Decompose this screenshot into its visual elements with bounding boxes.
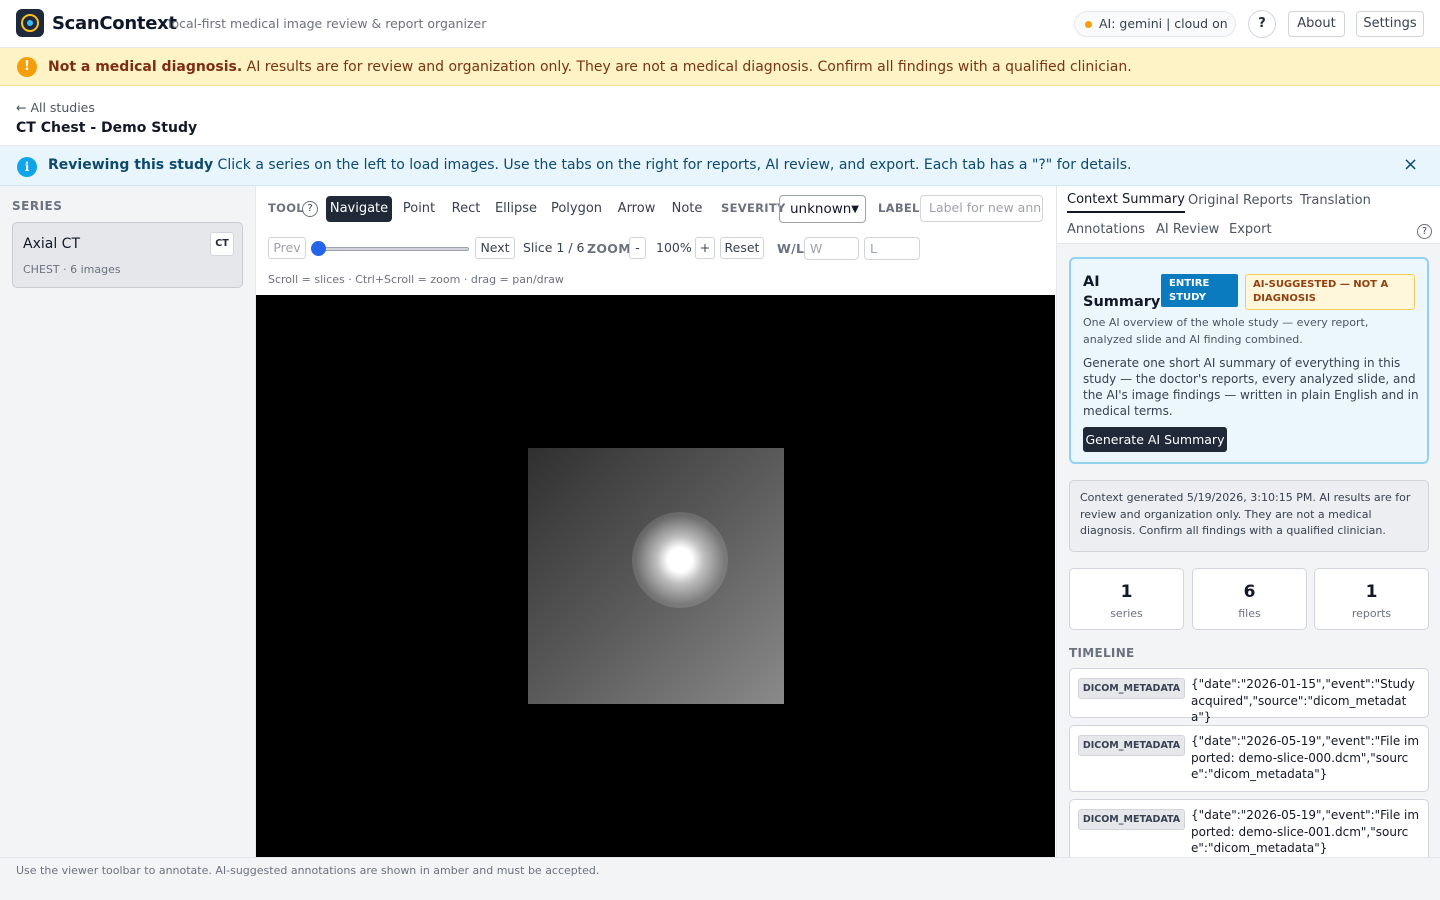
timeline-source-tag: DICOM_METADATA: [1078, 678, 1185, 699]
slice-slider[interactable]: [311, 241, 469, 256]
info-icon: i: [17, 157, 37, 177]
stat-label: reports: [1351, 607, 1392, 620]
window-width-input[interactable]: W: [804, 237, 859, 260]
stat-reports: 1 reports: [1314, 568, 1429, 630]
severity-select[interactable]: unknown ▼: [779, 195, 866, 223]
slider-thumb[interactable]: [311, 241, 326, 256]
series-name: Axial CT: [23, 236, 80, 252]
tab-annotations[interactable]: Annotations: [1067, 222, 1145, 237]
chevron-down-icon: ▼: [851, 204, 859, 215]
ai-suggested-badge: AI-SUGGESTED — NOT A DIAGNOSIS: [1245, 274, 1415, 310]
tab-context-summary[interactable]: Context Summary: [1067, 192, 1185, 213]
viewer-hint: Scroll = slices · Ctrl+Scroll = zoom · d…: [268, 273, 564, 286]
tool-ellipse[interactable]: Ellipse: [493, 196, 539, 222]
info-text: Reviewing this study Click a series on t…: [48, 157, 1132, 173]
tool-note[interactable]: Note: [668, 196, 706, 222]
tool-rect[interactable]: Rect: [448, 196, 484, 222]
help-button[interactable]: ?: [1248, 10, 1276, 38]
tab-translation[interactable]: Translation: [1300, 193, 1371, 208]
tab-original-reports[interactable]: Original Reports: [1188, 193, 1293, 208]
next-slice-button[interactable]: Next: [475, 237, 515, 259]
tool-navigate[interactable]: Navigate: [326, 196, 392, 222]
timeline-item: DICOM_METADATA {"date":"2026-05-19","eve…: [1069, 799, 1429, 857]
window-level-input[interactable]: L: [864, 237, 920, 260]
ai-status-dot-icon: [1085, 21, 1092, 28]
diagnosis-warning-banner: ! Not a medical diagnosis. AI results ar…: [0, 48, 1440, 86]
scope-badge: ENTIRE STUDY: [1161, 274, 1238, 307]
study-title: CT Chest - Demo Study: [16, 120, 198, 136]
tool-polygon[interactable]: Polygon: [548, 196, 605, 222]
settings-button[interactable]: Settings: [1356, 11, 1424, 37]
zoom-label: ZOOM: [587, 241, 631, 256]
timeline-source-tag: DICOM_METADATA: [1078, 809, 1185, 830]
series-item[interactable]: Axial CT CHEST · 6 images CT: [12, 222, 243, 288]
timeline-header: TIMELINE: [1069, 646, 1135, 660]
stat-files: 6 files: [1192, 568, 1307, 630]
app-name: ScanContext: [52, 13, 177, 34]
modality-badge: CT: [210, 232, 234, 256]
status-footer: Use the viewer toolbar to annotate. AI-s…: [0, 857, 1440, 900]
tool-help-icon[interactable]: ?: [302, 201, 318, 217]
review-info-banner: i Reviewing this study Click a series on…: [0, 146, 1440, 186]
zoom-in-button[interactable]: +: [695, 237, 715, 259]
app-tagline: local-first medical image review & repor…: [168, 16, 487, 31]
annotation-label-input[interactable]: Label for new annotation: [920, 195, 1043, 222]
slice-indicator: Slice 1 / 6: [523, 240, 585, 255]
back-to-studies-link[interactable]: ← All studies: [16, 100, 95, 115]
timeline-text: {"date":"2026-01-15","event":"Study acqu…: [1191, 677, 1415, 724]
tab-ai-review[interactable]: AI Review: [1156, 222, 1219, 237]
zoom-value: 100%: [656, 240, 692, 255]
ct-slice-image: [528, 448, 784, 704]
stat-label: series: [1110, 607, 1143, 620]
label-label: LABEL: [878, 201, 920, 215]
context-generated-note: Context generated 5/19/2026, 3:10:15 PM.…: [1069, 480, 1429, 552]
panel-tabs: Context Summary Original Reports Transla…: [1057, 186, 1440, 244]
timeline-item: DICOM_METADATA {"date":"2026-05-19","eve…: [1069, 725, 1429, 792]
study-header: ← All studies CT Chest - Demo Study: [0, 86, 1440, 146]
tool-point[interactable]: Point: [399, 196, 439, 222]
severity-value: unknown: [790, 201, 852, 217]
reset-view-button[interactable]: Reset: [720, 237, 764, 259]
stat-label: files: [1238, 607, 1261, 620]
ai-summary-subtitle: One AI overview of the whole study — eve…: [1083, 316, 1369, 346]
ai-summary-card: AI Summary ENTIRE STUDY AI-SUGGESTED — N…: [1069, 257, 1429, 464]
ai-summary-description: Generate one short AI summary of everyth…: [1083, 356, 1419, 418]
prev-slice-button[interactable]: Prev: [268, 237, 306, 259]
stat-series: 1 series: [1069, 568, 1184, 630]
tool-label: TOOL: [268, 201, 304, 215]
about-button[interactable]: About: [1288, 11, 1345, 37]
close-icon[interactable]: ×: [1403, 154, 1418, 175]
app-logo-icon: [16, 9, 44, 37]
severity-label: SEVERITY: [721, 201, 786, 215]
tab-export[interactable]: Export: [1229, 222, 1272, 237]
ai-status-text: AI: gemini | cloud on: [1099, 16, 1228, 31]
window-level-label: W/L: [777, 241, 805, 256]
timeline-text: {"date":"2026-05-19","event":"File impor…: [1191, 808, 1420, 855]
footer-hint: Use the viewer toolbar to annotate. AI-s…: [16, 864, 600, 877]
ai-status-pill[interactable]: AI: gemini | cloud on: [1074, 11, 1236, 37]
stat-value: 1: [1120, 582, 1133, 602]
warning-icon: !: [17, 57, 37, 77]
series-panel: SERIES Axial CT CHEST · 6 images CT: [0, 186, 256, 857]
tool-arrow[interactable]: Arrow: [614, 196, 659, 222]
timeline-text: {"date":"2026-05-19","event":"File impor…: [1191, 734, 1420, 781]
warning-text: Not a medical diagnosis. AI results are …: [48, 59, 1132, 75]
series-meta: CHEST · 6 images: [23, 263, 121, 276]
image-viewer: TOOL ? Navigate Point Rect Ellipse Polyg…: [256, 186, 1056, 857]
generate-ai-summary-button[interactable]: Generate AI Summary: [1083, 427, 1227, 452]
stat-value: 1: [1365, 582, 1378, 602]
zoom-out-button[interactable]: -: [629, 237, 646, 259]
stat-value: 6: [1243, 582, 1256, 602]
timeline-item: DICOM_METADATA {"date":"2026-01-15","eve…: [1069, 668, 1429, 724]
context-panel: Context Summary Original Reports Transla…: [1056, 186, 1440, 857]
timeline-source-tag: DICOM_METADATA: [1078, 735, 1185, 756]
ai-summary-title: AI Summary: [1083, 274, 1161, 310]
image-canvas[interactable]: [256, 295, 1055, 857]
panel-help-icon[interactable]: ?: [1417, 224, 1432, 239]
top-bar: ScanContext local-first medical image re…: [0, 0, 1440, 48]
series-header: SERIES: [12, 199, 63, 213]
